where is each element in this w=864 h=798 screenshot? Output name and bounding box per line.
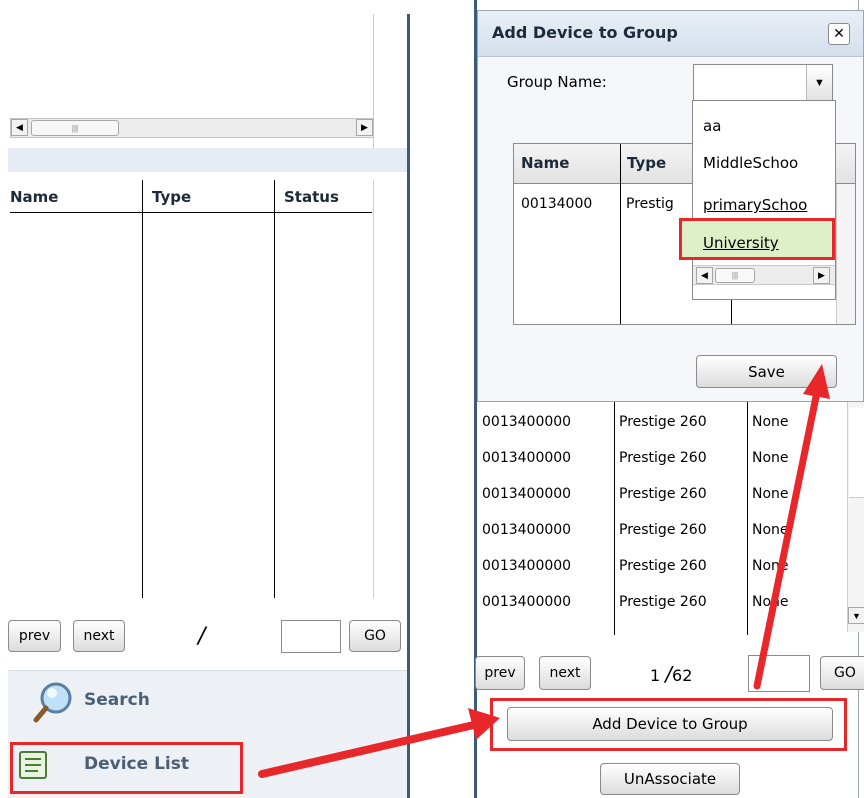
arrow-head-icon [468, 708, 500, 740]
annotation-arrows [258, 364, 830, 778]
arrow-head-icon [803, 364, 830, 399]
arrow-to-add-button [258, 720, 482, 778]
arrow-to-save-button [753, 388, 821, 690]
